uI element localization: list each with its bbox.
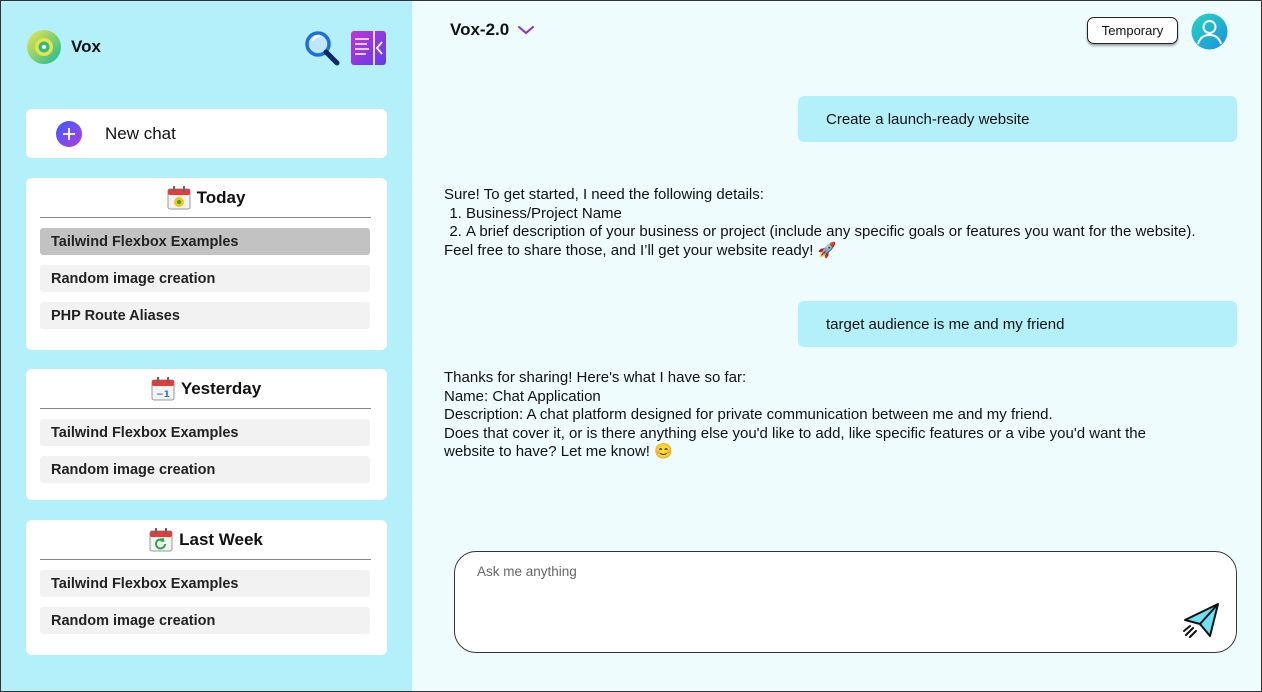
group-header: Last Week — [40, 520, 371, 560]
sidebar: Vox New chat Today Tailwind Flexbox Exam… — [1, 1, 412, 691]
group-header: −1 Yesterday — [40, 369, 371, 409]
new-chat-label: New chat — [105, 123, 176, 143]
assistant-message: Sure! To get started, I need the followi… — [444, 186, 1214, 260]
calendar-yesterday-icon: −1 — [151, 376, 175, 400]
sidebar-collapse-icon[interactable] — [351, 31, 386, 65]
brand: Vox — [26, 29, 101, 65]
assistant-text: Does that cover it, or is there anything… — [444, 424, 1146, 461]
search-icon[interactable] — [303, 29, 341, 67]
app-window: Vox New chat Today Tailwind Flexbox Exam… — [0, 0, 1262, 692]
history-group-today: Today Tailwind Flexbox Examples Random i… — [26, 178, 387, 350]
history-item[interactable]: Tailwind Flexbox Examples — [40, 419, 370, 446]
history-item[interactable]: Tailwind Flexbox Examples — [40, 228, 370, 255]
history-item[interactable]: Random image creation — [40, 456, 370, 483]
group-title: Today — [196, 187, 246, 207]
user-avatar-icon[interactable] — [1191, 13, 1228, 50]
assistant-list-item: Business/Project Name — [466, 205, 1214, 224]
assistant-text: Thanks for sharing! Here's what I have s… — [444, 369, 747, 386]
plus-icon — [56, 120, 82, 147]
model-selector[interactable]: Vox-2.0 — [450, 20, 535, 40]
user-message-text: Create a launch-ready website — [826, 110, 1030, 128]
send-icon[interactable] — [1181, 600, 1221, 640]
history-group-yesterday: −1 Yesterday Tailwind Flexbox Examples R… — [26, 369, 387, 500]
assistant-list-item: A brief description of your business or … — [466, 223, 1214, 242]
assistant-text: Name: Chat Application — [444, 387, 601, 405]
history-item[interactable]: Random image creation — [40, 607, 370, 634]
user-message: Create a launch-ready website — [798, 96, 1237, 142]
assistant-list: Business/Project Name A brief descriptio… — [444, 205, 1214, 242]
model-name: Vox-2.0 — [450, 20, 510, 39]
calendar-last-week-icon — [149, 527, 173, 551]
assistant-message: Thanks for sharing! Here's what I have s… — [444, 369, 1189, 462]
group-title: Yesterday — [180, 378, 262, 398]
chevron-down-icon — [518, 26, 535, 35]
history-item[interactable]: Tailwind Flexbox Examples — [40, 570, 370, 597]
history-item[interactable]: Random image creation — [40, 265, 370, 292]
history-item[interactable]: PHP Route Aliases — [40, 302, 370, 329]
group-header: Today — [40, 178, 371, 218]
temporary-chat-button[interactable]: Temporary — [1087, 17, 1178, 44]
group-title: Last Week — [179, 529, 263, 549]
message-input[interactable] — [477, 564, 1177, 624]
app-name: Vox — [71, 37, 101, 56]
assistant-text: Sure! To get started, I need the followi… — [444, 186, 764, 203]
user-message-text: target audience is me and my friend — [826, 315, 1065, 333]
assistant-text: Feel free to share those, and I’ll get y… — [444, 241, 837, 259]
message-composer — [454, 551, 1237, 653]
assistant-text: Description: A chat platform designed fo… — [444, 406, 1053, 424]
new-chat-button[interactable]: New chat — [26, 109, 387, 158]
calendar-today-icon — [167, 185, 191, 209]
history-group-last-week: Last Week Tailwind Flexbox Examples Rand… — [26, 520, 387, 655]
vox-logo-icon — [27, 30, 61, 64]
user-message: target audience is me and my friend — [798, 301, 1237, 347]
svg-text:−1: −1 — [156, 390, 170, 400]
